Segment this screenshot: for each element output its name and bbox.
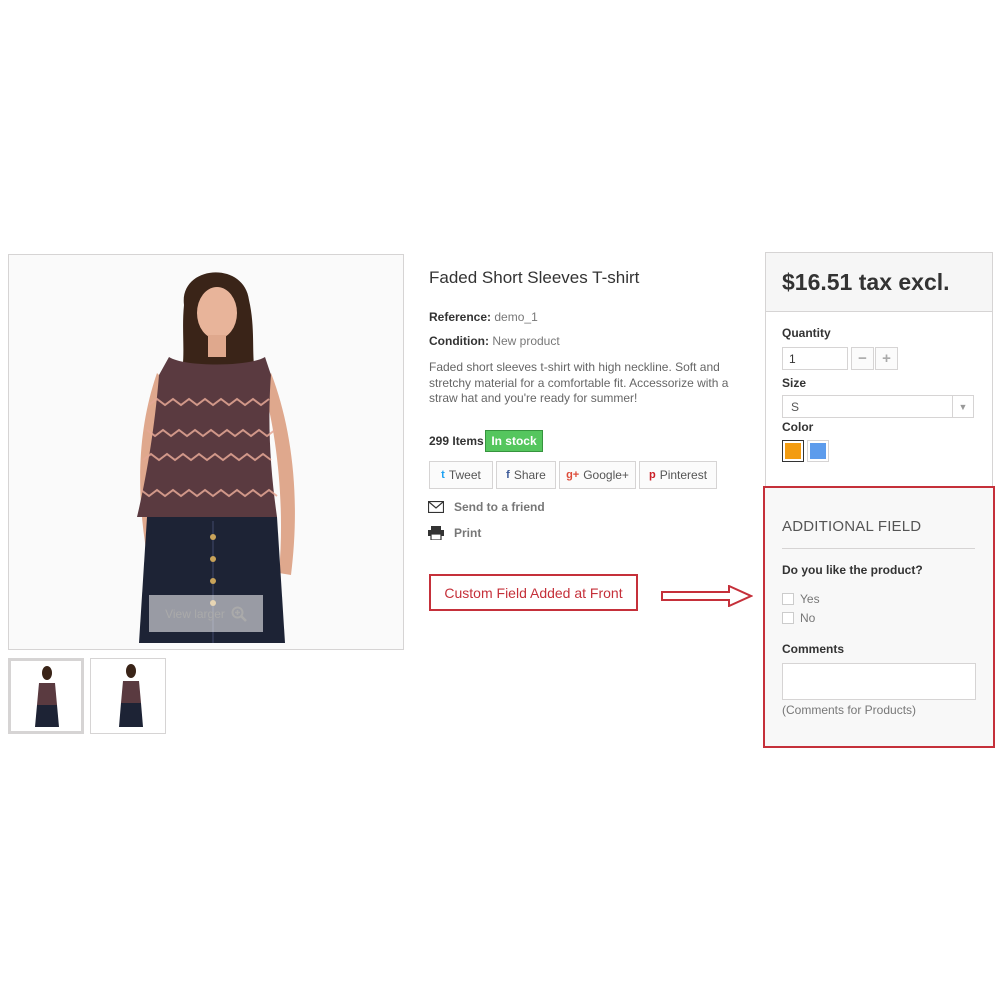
share-label: Share [513, 468, 546, 482]
envelope-icon [428, 501, 444, 513]
google-plus-button[interactable]: g+ Google+ [559, 461, 636, 489]
tweet-button[interactable]: t Tweet [429, 461, 493, 489]
view-larger-label: View larger [165, 606, 225, 621]
reference-label: Reference: [429, 310, 492, 324]
facebook-icon: f [506, 469, 510, 481]
minus-icon: − [858, 350, 867, 367]
condition-label: Condition: [429, 334, 489, 348]
quantity-decrease-button[interactable]: − [851, 347, 874, 370]
checkbox[interactable] [782, 593, 794, 605]
google-plus-icon: g+ [566, 469, 580, 481]
thumbnail-photo [35, 666, 59, 727]
product-title: Faded Short Sleeves T-shirt [429, 268, 640, 287]
color-swatch-orange[interactable] [782, 440, 804, 462]
items-count: 299 Items [429, 434, 484, 448]
option-no[interactable]: No [782, 611, 815, 625]
size-select[interactable]: S ▼ [782, 395, 974, 418]
reference-value: demo_1 [494, 310, 538, 324]
pinterest-icon: p [648, 469, 656, 481]
option-yes[interactable]: Yes [782, 592, 820, 606]
twitter-icon: t [441, 469, 445, 481]
facebook-share-button[interactable]: f Share [496, 461, 556, 489]
swatch-fill [785, 443, 801, 459]
chevron-down-icon: ▼ [952, 396, 973, 417]
option-no-label: No [800, 611, 816, 625]
custom-field-callout: Custom Field Added at Front [429, 574, 638, 611]
print-link[interactable]: Print [428, 526, 481, 540]
question-label: Do you like the product? [782, 563, 923, 577]
product-description: Faded short sleeves t-shirt with high ne… [429, 360, 729, 405]
swatch-fill [810, 443, 826, 459]
pinterest-button[interactable]: p Pinterest [639, 461, 717, 489]
quantity-input[interactable]: 1 [782, 347, 848, 370]
color-label: Color [782, 420, 814, 434]
send-to-friend-label: Send to a friend [454, 500, 545, 514]
checkbox[interactable] [782, 612, 794, 624]
google-plus-label: Google+ [583, 468, 629, 482]
view-larger-button[interactable]: View larger [149, 595, 263, 632]
product-photo [137, 272, 295, 643]
thumbnail-2[interactable] [90, 658, 166, 734]
divider [782, 548, 975, 549]
printer-icon [428, 526, 444, 540]
pinterest-label: Pinterest [659, 468, 708, 482]
additional-field-title: ADDITIONAL FIELD [782, 518, 922, 535]
condition-line: Condition: New product [429, 334, 560, 348]
comments-label: Comments [782, 642, 845, 656]
thumbnail-1[interactable] [8, 658, 84, 734]
zoom-in-icon [231, 606, 247, 622]
option-yes-label: Yes [800, 592, 820, 606]
arrow-right-icon [661, 585, 753, 607]
price-box: $16.51 tax excl. [765, 252, 993, 312]
thumbnail-photo [119, 664, 143, 727]
size-value: S [791, 400, 800, 414]
print-label: Print [454, 526, 482, 540]
reference-line: Reference: demo_1 [429, 310, 538, 324]
color-swatch-blue[interactable] [807, 440, 829, 462]
comments-textarea[interactable] [782, 663, 976, 700]
product-main-image[interactable]: View larger [8, 254, 404, 650]
quantity-increase-button[interactable]: + [875, 347, 898, 370]
stock-status-badge: In stock [485, 430, 543, 452]
condition-value: New product [492, 334, 560, 348]
plus-icon: + [882, 350, 891, 367]
comments-help-text: (Comments for Products) [782, 703, 917, 717]
tweet-label: Tweet [448, 468, 481, 482]
send-to-friend-link[interactable]: Send to a friend [428, 500, 545, 514]
quantity-label: Quantity [782, 326, 831, 340]
price: $16.51 tax excl. [782, 268, 950, 295]
size-label: Size [782, 376, 807, 390]
